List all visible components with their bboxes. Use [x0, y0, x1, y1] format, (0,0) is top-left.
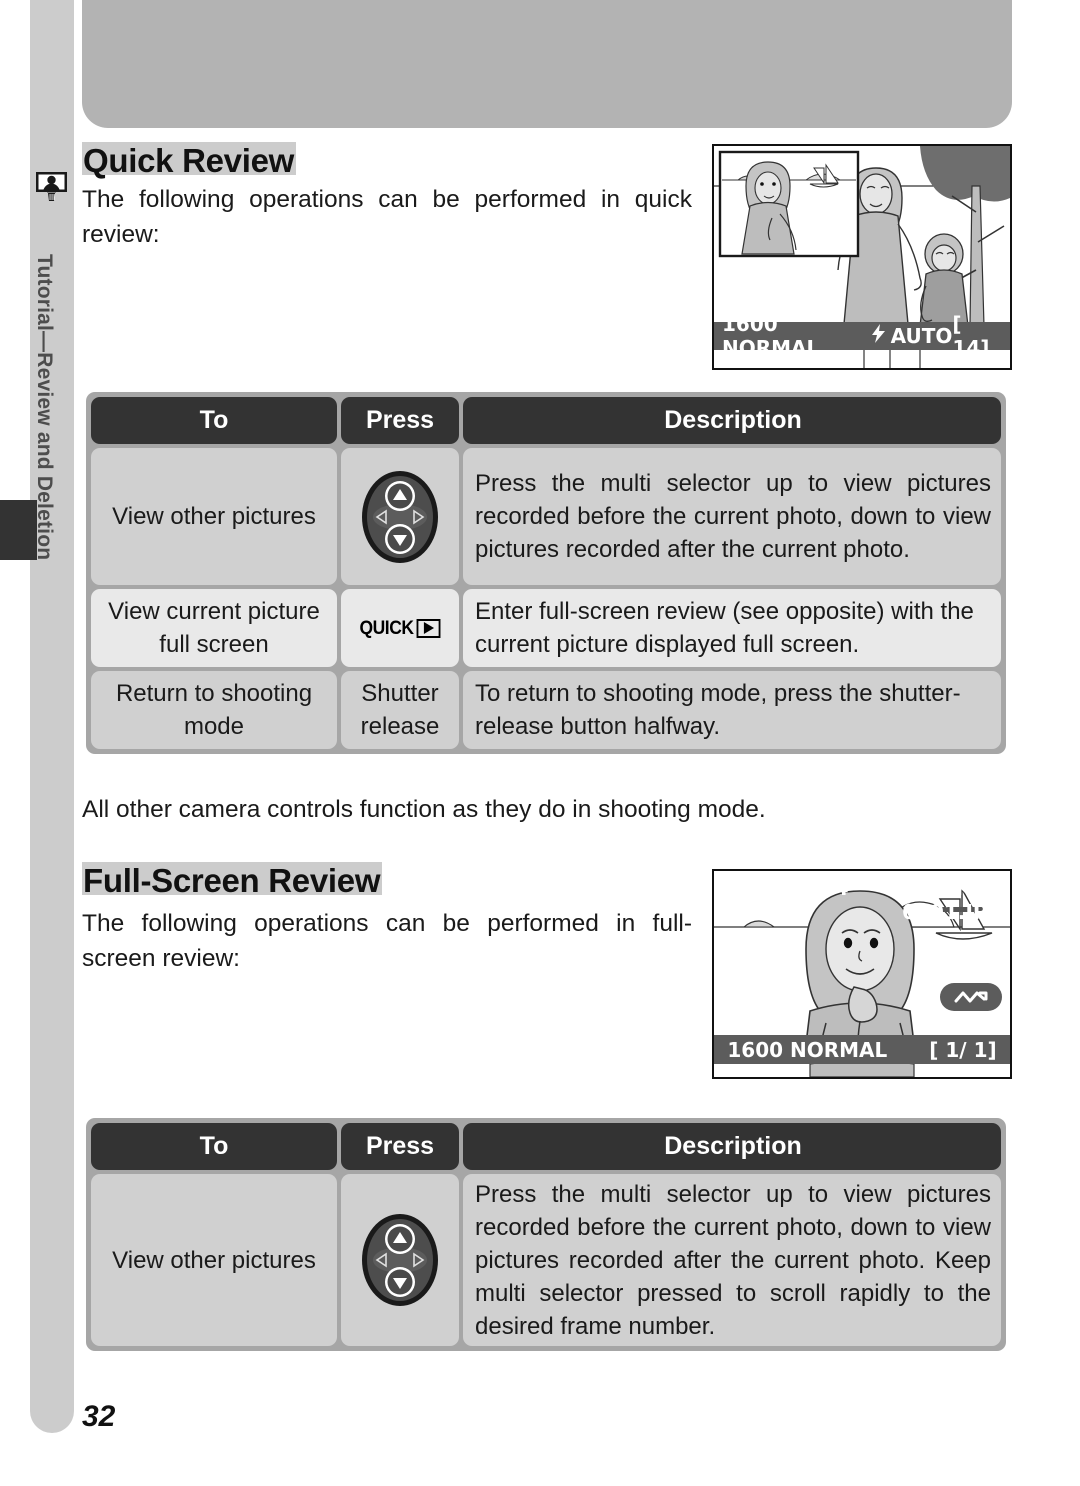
column-header-description: Description	[463, 1123, 1001, 1170]
row-description-text: To return to shooting mode, press the sh…	[475, 680, 961, 740]
quick-review-operations-table: To Press Description View other pictures	[86, 392, 1006, 754]
section-heading-full-screen-review-text: Full-Screen Review	[82, 862, 383, 899]
row-to-label: View other pictures	[91, 1174, 337, 1346]
play-icon	[416, 618, 441, 638]
row-description: Press the multi selector up to view pict…	[463, 1174, 1001, 1346]
full-screen-frame-number: [ 1/ 1]	[929, 1037, 997, 1062]
column-header-description: Description	[463, 397, 1001, 444]
table-row: Return to shooting mode Shutter release …	[91, 671, 1001, 749]
manual-page: Tutorial—Review and Deletion Quick Revie…	[0, 0, 1080, 1486]
quick-review-frame-count: [ 14]	[952, 312, 990, 360]
lcd-date: 2002.02.14	[722, 876, 849, 900]
lcd-file-name: 0001.JPG	[902, 900, 1004, 924]
multi-selector-icon	[360, 469, 440, 565]
table-header-row: To Press Description	[91, 1123, 1001, 1170]
column-header-press: Press	[341, 1123, 459, 1170]
row-description: To return to shooting mode, press the sh…	[463, 671, 1001, 749]
quick-button-label: QUICK	[359, 617, 414, 639]
row-to-label: View current picture full screen	[91, 589, 337, 667]
row-description-text: Press the multi selector up to view pict…	[475, 1180, 991, 1340]
full-screen-status-left: 1600 NORMAL	[727, 1037, 888, 1062]
row-description: Press the multi selector up to view pict…	[463, 448, 1001, 585]
scroll-indicator-icon	[940, 983, 1002, 1011]
chapter-sidebar-label: Tutorial—Review and Deletion	[33, 254, 56, 561]
flash-icon	[871, 324, 885, 348]
quick-playback-button-icon: QUICK	[360, 612, 441, 645]
full-screen-review-status-bar: 1600 NORMAL [ 1/ 1]	[714, 1035, 1010, 1064]
quick-review-flash-mode: AUTO	[890, 324, 953, 348]
row-press-control	[341, 448, 459, 585]
row-to-label: View other pictures	[91, 448, 337, 585]
review-and-deletion-icon	[35, 171, 68, 202]
quick-review-status-bar: 1600 NORMAL AUTO [ 14]	[714, 312, 1010, 360]
page-number: 32	[82, 1400, 116, 1433]
full-screen-review-operations-table: To Press Description View other pictures	[86, 1118, 1006, 1351]
lcd-folder-name: 100NIKON	[889, 876, 1004, 900]
full-screen-review-lcd: 2002.02.14 12:00 100NIKON 0001.JPG 1600 …	[712, 869, 1012, 1079]
quick-review-lcd: 1] 1600 NORMAL AUTO [ 14]	[712, 144, 1012, 370]
row-description: Enter full-screen review (see opposite) …	[463, 589, 1001, 667]
section-heading-quick-review-text: Quick Review	[82, 142, 296, 179]
page-header-band	[82, 0, 1012, 128]
row-press-control: QUICK	[341, 589, 459, 667]
table-row: View current picture full screen QUICK E…	[91, 589, 1001, 667]
quick-review-inset-frame-number: 1]	[910, 366, 935, 368]
quick-review-intro: The following operations can be performe…	[82, 186, 692, 248]
table-row: View other pictures Press the multi sele…	[91, 448, 1001, 585]
between-sections-paragraph: All other camera controls function as th…	[82, 796, 766, 823]
section-heading-full-screen-review: Full-Screen Review	[82, 862, 383, 900]
chapter-sidebar	[30, 0, 74, 1433]
row-press-control: Shutter release	[341, 671, 459, 749]
table-header-row: To Press Description	[91, 397, 1001, 444]
row-description-text: Enter full-screen review (see opposite) …	[475, 598, 974, 658]
lcd-time: 12:00	[722, 900, 786, 924]
row-press-control	[341, 1174, 459, 1346]
column-header-to: To	[91, 1123, 337, 1170]
row-description-text: Press the multi selector up to view pict…	[475, 470, 991, 563]
table-row: View other pictures Press the multi sele…	[91, 1174, 1001, 1346]
quick-review-status-left: 1600 NORMAL	[722, 312, 820, 360]
full-screen-review-intro: The following operations can be performe…	[82, 910, 692, 972]
row-to-label: Return to shooting mode	[91, 671, 337, 749]
column-header-to: To	[91, 397, 337, 444]
multi-selector-icon	[360, 1212, 440, 1308]
column-header-press: Press	[341, 397, 459, 444]
section-heading-quick-review: Quick Review	[82, 142, 296, 180]
